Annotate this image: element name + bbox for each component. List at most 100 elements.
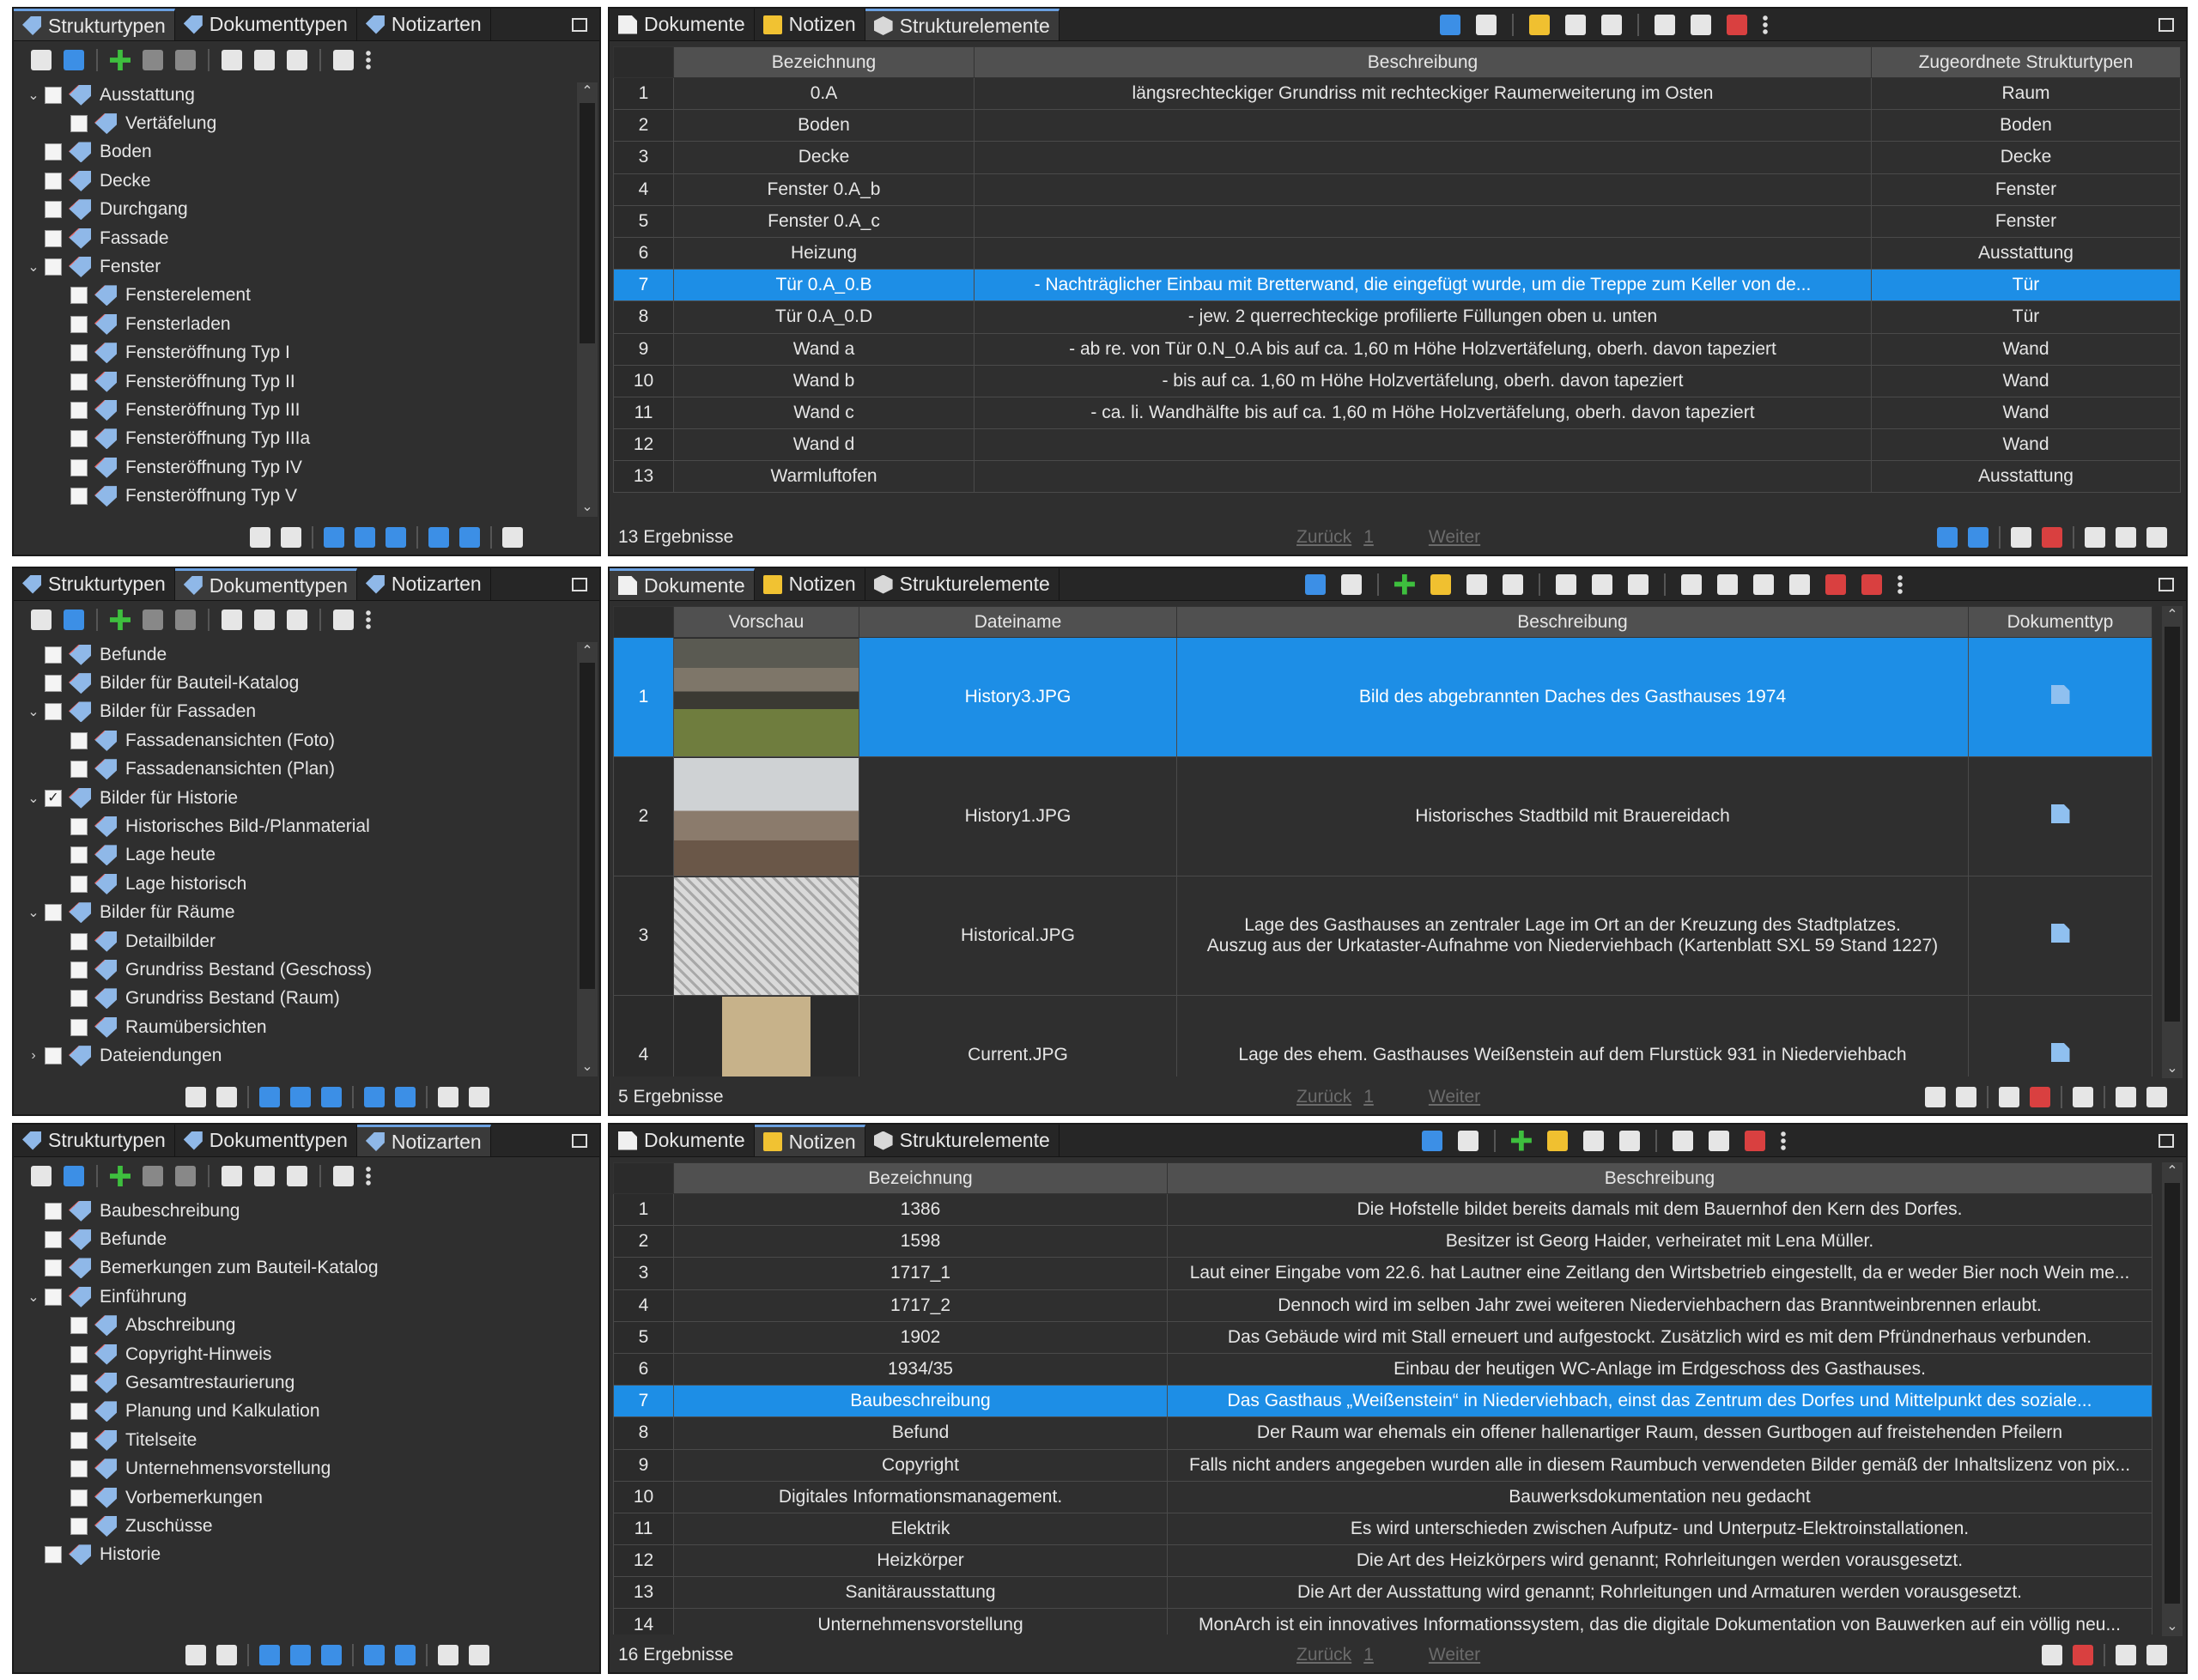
previous-page-link[interactable]: Zurück [1296,1645,1351,1665]
table-scrollbar[interactable]: ⌃ ⌄ [2162,606,2183,1078]
graph-icon[interactable] [2042,1645,2062,1665]
tree-checkbox[interactable] [45,646,62,664]
tree-item[interactable]: Grundriss Bestand (Geschoss) [14,955,575,984]
table-row[interactable]: 2 1598 Besitzer ist Georg Haider, verheira… [613,1225,2152,1258]
hierarchy-icon[interactable] [143,50,163,70]
tab-dokumenttypen[interactable]: Dokumenttypen [175,1125,357,1156]
column-header[interactable]: Dokumenttyp [1968,606,2152,638]
link-icon[interactable] [185,1087,206,1107]
hierarchy-add-icon[interactable] [175,1166,196,1186]
tree-checkbox[interactable] [45,1231,62,1249]
table-row[interactable]: 7 Tür 0.A_0.B - Nachträglicher Einbau mit … [613,269,2181,302]
arrow-right-icon[interactable] [290,1645,311,1665]
settings-icon[interactable] [502,527,523,548]
tree-item[interactable]: Bilder für Bauteil-Katalog [14,669,575,697]
scroll-up-icon[interactable]: ⌃ [577,82,598,101]
tree-item[interactable]: Zuschüsse [14,1512,575,1540]
view-alt-icon[interactable] [395,1087,416,1107]
table-row[interactable]: 2 Boden Boden [613,109,2181,143]
table-scrollbar[interactable]: ⌃ ⌄ [2162,1162,2183,1636]
tree-checkbox[interactable] [70,373,88,391]
scroll-thumb[interactable] [580,103,595,343]
table-row[interactable]: 9 Copyright Falls nicht anders angegeben w… [613,1448,2152,1482]
database-icon[interactable] [31,610,52,630]
tree-scrollbar[interactable]: ⌃ ⌄ [577,642,598,1077]
tab-notizarten[interactable]: Notizarten [357,9,491,40]
tree-checkbox[interactable] [45,229,62,247]
tab-notizarten[interactable]: Notizarten [357,568,491,600]
tree-checkbox[interactable]: ✓ [45,789,62,807]
tab-dokumenttypen[interactable]: Dokumenttypen [175,9,357,40]
tree-checkbox[interactable] [45,201,62,219]
table-row[interactable]: 5 Fenster 0.A_c Fenster [613,204,2181,238]
scroll-down-icon[interactable]: ⌄ [577,1058,598,1077]
tree-checkbox[interactable] [45,143,62,161]
tree-checkbox[interactable] [70,875,88,893]
database-icon[interactable] [31,1166,52,1186]
tree-item[interactable]: Bemerkungen zum Bauteil-Katalog [14,1254,575,1283]
tree-item[interactable]: Baubeschreibung [14,1197,575,1225]
file-icon[interactable] [1956,1087,1976,1107]
hierarchy-icon[interactable] [143,1166,163,1186]
grid-view-icon[interactable] [2146,1645,2167,1665]
tree-checkbox[interactable] [45,1288,62,1306]
tree-item[interactable]: Fensterelement [14,282,575,310]
view-icon[interactable] [364,1087,385,1107]
link-icon[interactable] [250,527,270,548]
column-header[interactable]: Vorschau [673,606,859,638]
view-alt-icon[interactable] [395,1645,416,1665]
tree-checkbox[interactable] [45,1546,62,1564]
arrow-right-icon[interactable] [290,1087,311,1107]
tree-checkbox[interactable] [45,1047,62,1065]
tree-item[interactable]: ⌄ Einführung [14,1283,575,1311]
marker-icon[interactable] [2042,527,2062,548]
settings-icon[interactable] [438,1645,458,1665]
table-row[interactable]: 4 Current.JPG Lage des ehem. Gasthauses We… [613,995,2152,1077]
add-icon[interactable] [110,1166,131,1186]
tree-item[interactable]: Befunde [14,640,575,669]
tree-item[interactable]: Durchgang [14,196,575,224]
tree-item[interactable]: ⌄ Bilder für Fassaden [14,698,575,726]
grid-view-icon[interactable] [2116,527,2136,548]
tree-item[interactable]: Abschreibung [14,1312,575,1340]
tree-checkbox[interactable] [70,1460,88,1478]
tree-item[interactable]: Historie [14,1541,575,1569]
table-row[interactable]: 1 0.A längsrechteckiger Grundriss mit rech… [613,76,2181,111]
tree-item[interactable]: Fensteröffnung Typ IV [14,453,575,482]
tree-checkbox[interactable] [45,904,62,922]
table-row[interactable]: 6 Heizung Ausstattung [613,236,2181,270]
tree-checkbox[interactable] [70,818,88,836]
database-icon[interactable] [31,50,52,70]
column-header[interactable]: Bezeichnung [673,1162,1168,1194]
column-header[interactable]: Bezeichnung [673,46,975,78]
graph-icon[interactable] [2011,527,2031,548]
maximize-icon[interactable] [572,17,587,32]
table-row[interactable]: 4 1717_2 Dennoch wird im selben Jahr zwei … [613,1289,2152,1322]
more-icon[interactable] [366,610,371,630]
tree-item[interactable]: Fensteröffnung Typ V [14,482,575,510]
expander-icon[interactable]: ⌄ [26,790,41,807]
tree-checkbox[interactable] [70,1018,88,1036]
tree-scrollbar[interactable]: ⌃ ⌄ [577,82,598,517]
expander-icon[interactable]: ⌄ [26,87,41,104]
tree-item[interactable]: Titelseite [14,1426,575,1454]
tree-checkbox[interactable] [45,1259,62,1277]
arrow-right-icon[interactable] [355,527,375,548]
check-icon[interactable] [281,527,301,548]
tree-checkbox[interactable] [70,1403,88,1421]
graph-icon[interactable] [1999,1087,2019,1107]
edit-icon[interactable] [222,610,242,630]
tree-checkbox[interactable] [70,315,88,333]
scroll-up-icon[interactable]: ⌃ [2162,1162,2183,1181]
expander-icon[interactable]: ⌄ [26,258,41,276]
tree-item[interactable]: Grundriss Bestand (Raum) [14,985,575,1013]
tree-item[interactable]: Fassadenansichten (Plan) [14,755,575,784]
tree-checkbox[interactable] [70,1317,88,1335]
upload-icon[interactable] [1968,527,1989,548]
previous-page-link[interactable]: Zurück [1296,527,1351,548]
view-alt-icon[interactable] [459,527,480,548]
tree-item[interactable]: Fensterladen [14,310,575,338]
column-header[interactable]: Zugeordnete Strukturtypen [1871,46,2181,78]
scroll-up-icon[interactable]: ⌃ [577,642,598,661]
copy-icon[interactable] [254,1166,275,1186]
